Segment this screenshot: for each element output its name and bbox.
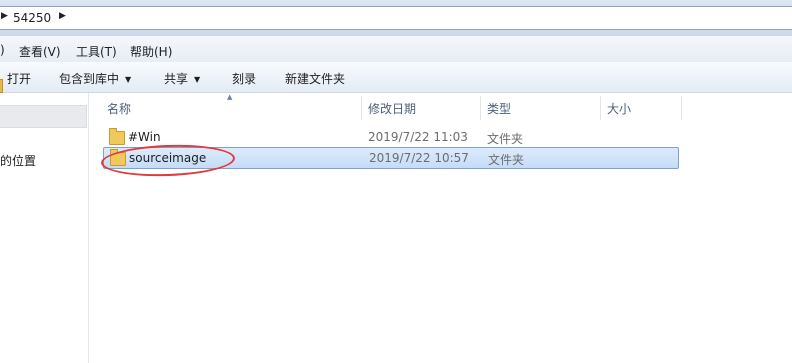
column-header-date-label: 修改日期: [368, 102, 417, 116]
share-button[interactable]: 共享 ▼: [164, 70, 200, 87]
file-row-selected[interactable]: sourceimage 2019/7/22 10:57 文件夹: [103, 147, 679, 169]
menu-item-help[interactable]: 帮助(H): [130, 43, 172, 60]
menu-item-edit-partial[interactable]: ): [0, 43, 5, 57]
breadcrumb-item[interactable]: 54250: [13, 11, 51, 25]
file-name: #Win: [128, 130, 161, 144]
breadcrumb-arrow-icon[interactable]: ▶: [59, 11, 66, 21]
dropdown-arrow-icon: ▼: [125, 75, 132, 84]
menu-bar: ) 查看(V) 工具(T) 帮助(H): [0, 36, 792, 63]
column-header-name-label: 名称: [107, 102, 132, 116]
nav-selected-item[interactable]: [0, 105, 87, 128]
open-icon: [0, 79, 3, 93]
folder-icon: [110, 149, 126, 166]
command-bar: 打开 包含到库中 ▼ 共享 ▼ 刻录 新建文件夹: [0, 62, 792, 93]
share-label: 共享: [164, 72, 189, 86]
column-header-type-label: 类型: [487, 102, 512, 116]
column-header-size-label: 大小: [607, 102, 632, 116]
include-in-library-button[interactable]: 包含到库中 ▼: [59, 70, 131, 87]
include-in-library-label: 包含到库中: [59, 72, 120, 86]
burn-button[interactable]: 刻录: [232, 70, 256, 87]
menu-item-tools[interactable]: 工具(T): [76, 43, 117, 60]
open-button[interactable]: 打开: [0, 70, 32, 93]
column-header-name[interactable]: 名称: [103, 93, 361, 117]
new-folder-button[interactable]: 新建文件夹: [285, 70, 345, 87]
file-type: 文件夹: [487, 132, 524, 146]
file-name: sourceimage: [129, 151, 207, 165]
address-field[interactable]: ▶ 54250 ▶: [0, 6, 792, 30]
file-type: 文件夹: [488, 153, 525, 167]
open-label: 打开: [7, 72, 32, 86]
nav-item-recent-places[interactable]: 的位置: [0, 152, 36, 169]
breadcrumb-arrow-icon[interactable]: ▶: [1, 11, 8, 21]
column-header-size[interactable]: 大小: [601, 93, 681, 117]
column-header-date[interactable]: 修改日期: [362, 93, 480, 117]
file-date: 2019/7/22 11:03: [368, 130, 468, 144]
file-date: 2019/7/22 10:57: [369, 151, 469, 165]
folder-icon: [109, 128, 125, 145]
column-divider[interactable]: [681, 96, 682, 120]
address-bar: ▶ 54250 ▶: [0, 0, 792, 36]
file-row[interactable]: #Win 2019/7/22 11:03 文件夹: [103, 127, 677, 147]
dropdown-arrow-icon: ▼: [194, 75, 201, 84]
menu-item-view[interactable]: 查看(V): [19, 43, 61, 60]
navigation-pane[interactable]: 的位置: [0, 93, 89, 363]
column-header-type[interactable]: 类型: [481, 93, 600, 117]
